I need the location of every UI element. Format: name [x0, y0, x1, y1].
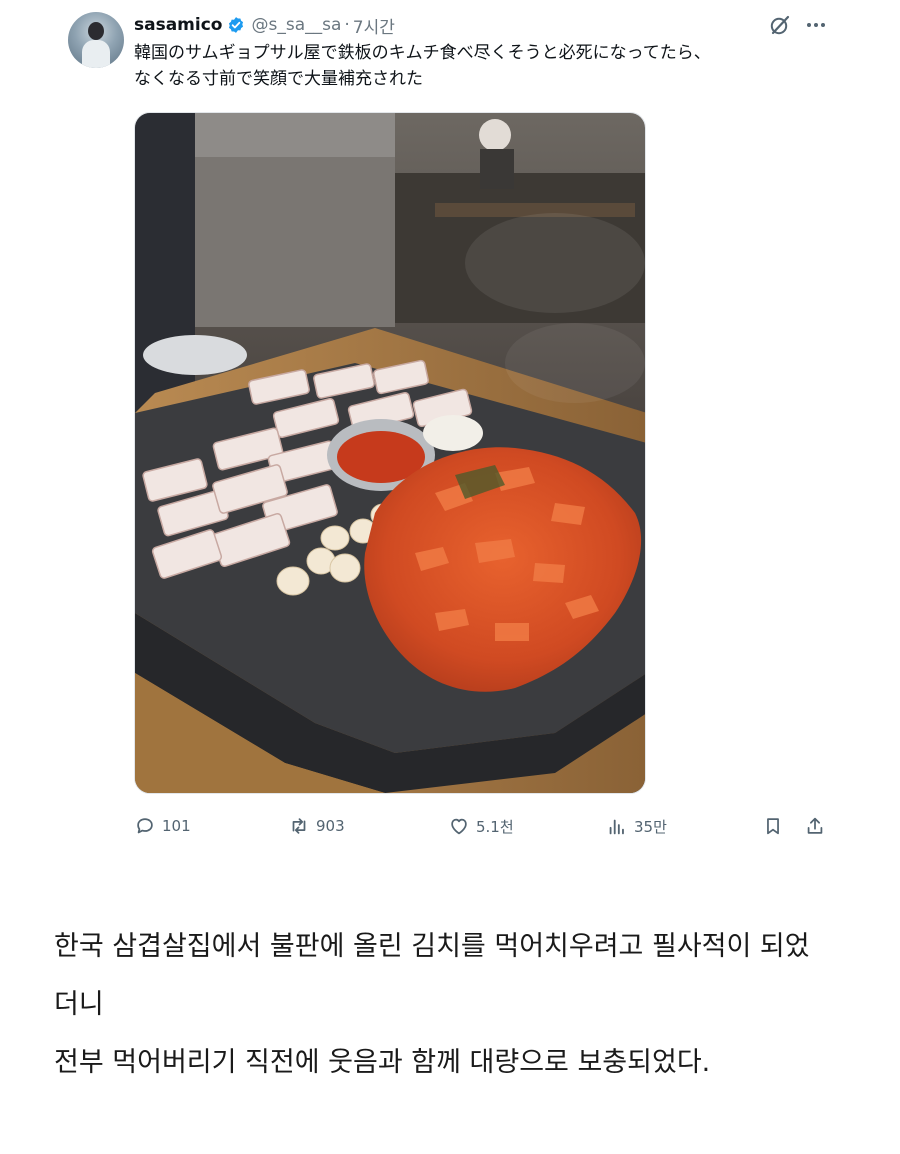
translation-caption: 한국 삼겹살집에서 불판에 올린 김치를 먹어치우려고 필사적이 되었 더니 전… — [54, 918, 864, 1092]
avatar-body — [82, 40, 110, 68]
reply-button[interactable]: 101 — [134, 810, 191, 842]
grok-icon[interactable] — [768, 13, 792, 37]
post-time[interactable]: 7시간 — [353, 13, 395, 38]
header-separator: · — [344, 15, 350, 35]
avatar[interactable] — [68, 12, 124, 68]
author-name[interactable]: sasamico — [134, 15, 222, 35]
share-button[interactable] — [804, 810, 826, 842]
tweet-text-line: なくなる寸前で笑顔で大量補充された — [134, 69, 423, 89]
tweet-text: 韓国のサムギョプサル屋で鉄板のキムチ食べ尽くそうと必死になってたら、 なくなる寸… — [134, 40, 834, 92]
food-photo-illustration — [135, 113, 645, 793]
views-icon — [609, 819, 624, 835]
more-icon[interactable] — [804, 14, 828, 36]
bookmark-icon — [767, 818, 779, 835]
avatar-head — [88, 22, 104, 40]
caption-line: 전부 먹어버리기 직전에 웃음과 함께 대량으로 보충되었다. — [54, 1047, 711, 1078]
verified-badge-icon — [229, 17, 244, 33]
author-handle[interactable]: @s_sa__sa — [251, 15, 341, 35]
share-icon — [807, 817, 823, 834]
caption-line: 더니 — [54, 989, 104, 1020]
caption-line: 한국 삼겹살집에서 불판에 올린 김치를 먹어치우려고 필사적이 되었 — [54, 931, 810, 962]
tweet-text-line: 韓国のサムギョプサル屋で鉄板のキムチ食べ尽くそうと必死になってたら、 — [134, 43, 711, 63]
bookmark-button[interactable] — [762, 810, 784, 842]
like-icon — [451, 818, 467, 835]
views-button[interactable]: 35만 — [606, 810, 667, 842]
reply-icon — [137, 818, 153, 834]
tweet-header: sasamico @s_sa__sa · 7시간 — [134, 12, 395, 38]
tweet-card[interactable]: sasamico @s_sa__sa · 7시간 韓国のサムギョプサル屋で鉄板の… — [0, 0, 900, 860]
reply-count: 101 — [162, 817, 191, 835]
action-bar: 101 903 5.1천 35만 — [134, 810, 834, 842]
like-count: 5.1천 — [476, 817, 514, 836]
retweet-icon — [292, 818, 306, 834]
like-button[interactable]: 5.1천 — [448, 810, 514, 842]
view-count: 35만 — [634, 817, 667, 836]
retweet-count: 903 — [316, 817, 345, 835]
tweet-photo[interactable] — [134, 112, 646, 794]
retweet-button[interactable]: 903 — [288, 810, 345, 842]
